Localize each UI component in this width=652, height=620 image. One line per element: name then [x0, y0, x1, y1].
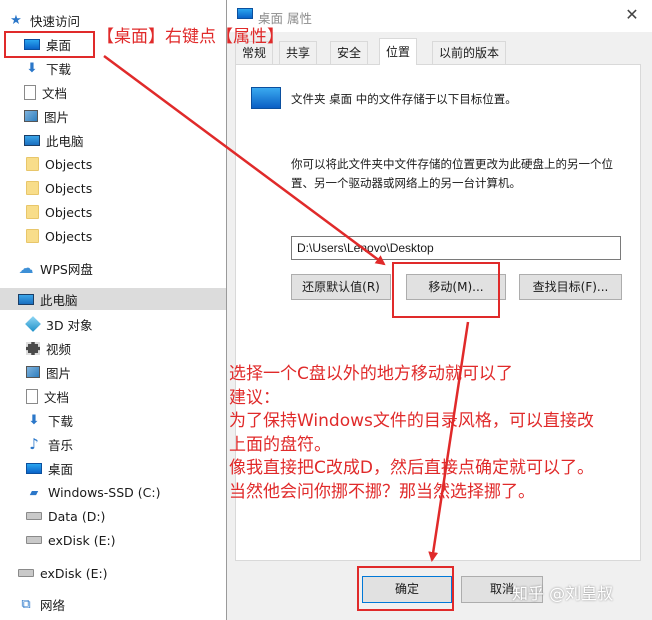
annotation-line: 当然他会问你挪不挪？那当然选择挪了。 [229, 481, 535, 502]
tab-sharing[interactable]: 共享 [279, 41, 318, 65]
folder-icon [26, 205, 39, 219]
target-path-input[interactable]: D:\Users\Lenovo\Desktop [291, 236, 621, 260]
folder-desktop-icon [237, 8, 253, 19]
nav-pictures[interactable]: 图片 [0, 105, 226, 127]
tab-security[interactable]: 安全 [330, 41, 369, 65]
location-description: 文件夹 桌面 中的文件存储于以下目标位置。 [291, 92, 517, 106]
annotation-line: 像我直接把C改成D，然后直接点确定就可以了。 [229, 458, 594, 478]
cloud-icon: ☁ [18, 258, 34, 277]
nav-drive-e[interactable]: exDisk (E:) [0, 529, 226, 551]
dialog-titlebar[interactable]: 桌面 属性 ✕ [227, 0, 652, 32]
restore-default-button[interactable]: 还原默认值(R) [291, 274, 391, 300]
music-icon: ♪ [29, 434, 39, 453]
highlight-move-button [392, 262, 500, 318]
nav-music[interactable]: ♪ 音乐 [0, 433, 226, 455]
3d-objects-icon [25, 316, 41, 332]
drive-icon [26, 536, 42, 544]
drive-icon [26, 512, 42, 520]
nav-network[interactable]: ⧉ 网络 [0, 593, 226, 615]
annotation-title: 【桌面】右键点【属性】 [97, 27, 284, 47]
computer-icon [24, 134, 40, 146]
find-target-button[interactable]: 查找目标(F)... [519, 274, 622, 300]
folder-icon [26, 229, 39, 243]
network-icon: ⧉ [21, 596, 31, 612]
picture-icon [24, 110, 38, 122]
nav-drive-d[interactable]: Data (D:) [0, 505, 226, 527]
nav-objects-2[interactable]: Objects [0, 177, 226, 199]
annotation-instructions: 选择一个C盘以外的地方移动就可以了 建议： 为了保持Windows文件的目录风格… [229, 363, 639, 504]
nav-videos[interactable]: 视频 [0, 337, 226, 359]
download-icon: ⬇ [26, 60, 38, 76]
tab-previous-versions[interactable]: 以前的版本 [432, 41, 507, 65]
nav-pc-downloads[interactable]: ⬇ 下载 [0, 409, 226, 431]
nav-pc-pictures[interactable]: 图片 [0, 361, 226, 383]
navigation-pane: ★ 快速访问 桌面 ⬇ 下载 文档 图片 此电脑 Objects Objects… [0, 0, 226, 620]
highlight-ok-button [357, 566, 454, 611]
nav-this-pc-quick[interactable]: 此电脑 [0, 129, 226, 151]
desktop-folder-icon [251, 87, 281, 109]
highlight-desktop-item [4, 31, 95, 58]
download-icon: ⬇ [28, 412, 40, 428]
nav-this-pc[interactable]: 此电脑 [0, 288, 226, 310]
nav-documents[interactable]: 文档 [0, 81, 226, 103]
document-icon [24, 84, 36, 100]
desktop-icon [26, 462, 42, 474]
annotation-line: 上面的盘符。 [229, 434, 331, 455]
picture-icon [26, 366, 40, 378]
document-icon [26, 388, 38, 404]
video-icon [26, 341, 40, 355]
folder-icon [26, 181, 39, 195]
nav-wps-drive[interactable]: ☁ WPS网盘 [0, 257, 226, 279]
zhihu-watermark: 知乎 @刘皇叔 [512, 584, 614, 603]
folder-icon [26, 157, 39, 171]
nav-objects-1[interactable]: Objects [0, 153, 226, 175]
annotation-line: 建议： [229, 387, 280, 408]
tab-location[interactable]: 位置 [379, 38, 418, 65]
nav-objects-3[interactable]: Objects [0, 201, 226, 223]
nav-exdisk-e[interactable]: exDisk (E:) [0, 562, 226, 584]
annotation-line: 选择一个C盘以外的地方移动就可以了 [229, 364, 513, 384]
nav-drive-c[interactable]: ▰ Windows-SSD (C:) [0, 481, 226, 503]
drive-icon [18, 569, 34, 577]
annotation-line: 为了保持Windows文件的目录风格，可以直接改 [229, 411, 594, 431]
close-icon[interactable]: ✕ [621, 4, 643, 26]
windows-drive-icon: ▰ [29, 485, 39, 499]
nav-pc-desktop[interactable]: 桌面 [0, 457, 226, 479]
nav-downloads[interactable]: ⬇ 下载 [0, 57, 226, 79]
nav-3d-objects[interactable]: 3D 对象 [0, 313, 226, 335]
nav-objects-4[interactable]: Objects [0, 225, 226, 247]
move-description: 你可以将此文件夹中文件存储的位置更改为此硬盘上的另一个位置、另一个驱动器或网络上… [291, 157, 613, 190]
computer-icon [18, 293, 34, 305]
star-icon: ★ [10, 12, 22, 28]
nav-pc-documents[interactable]: 文档 [0, 385, 226, 407]
